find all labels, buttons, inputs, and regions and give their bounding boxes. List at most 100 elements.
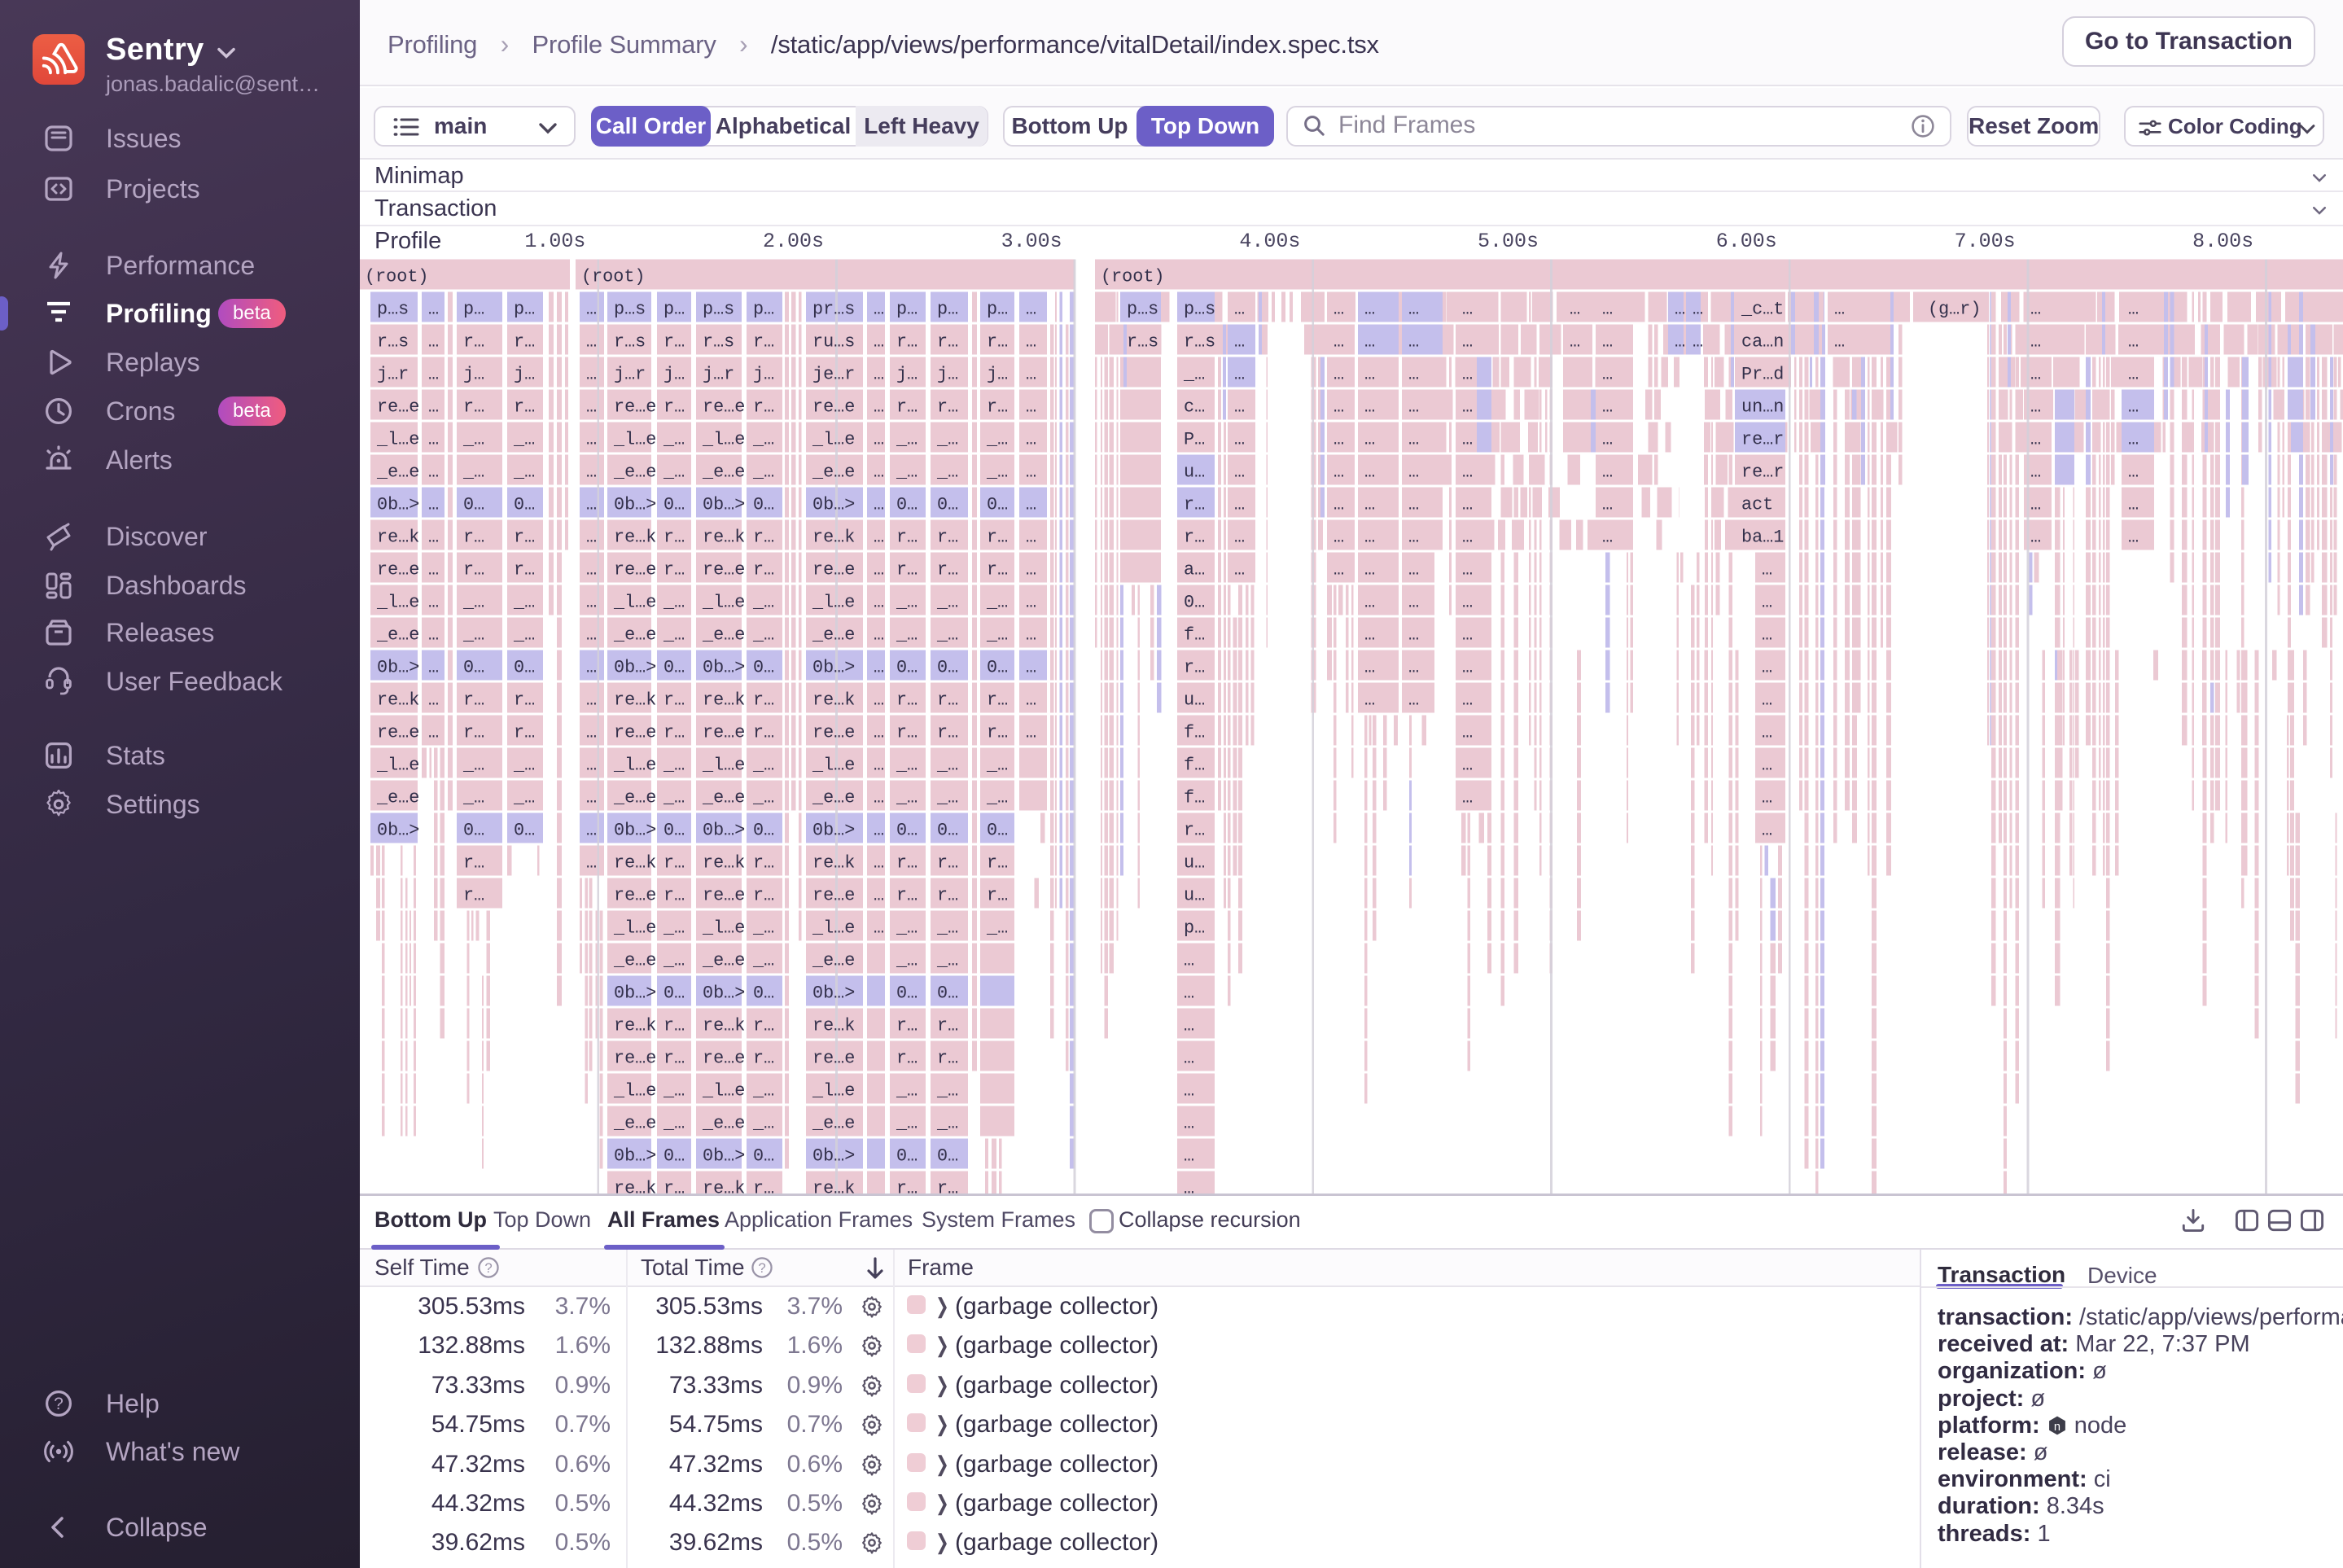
svg-text:re…e: re…e (703, 1049, 745, 1069)
svg-text:…: … (2030, 300, 2041, 320)
svg-text:…: … (428, 560, 439, 580)
svg-text:re…k: re…k (812, 690, 855, 711)
svg-text:…: … (1762, 690, 1772, 711)
svg-text:…: … (1364, 593, 1375, 613)
svg-text:r…: r… (937, 528, 958, 548)
svg-text:…: … (1026, 593, 1036, 613)
svg-text:_…: _… (1183, 365, 1205, 385)
svg-text:_…: _… (896, 625, 917, 646)
svg-text:…: … (2128, 430, 2139, 450)
svg-text:_…: _… (752, 462, 774, 483)
svg-text:…: … (1408, 593, 1419, 613)
svg-text:_l…e: _l…e (812, 430, 855, 450)
svg-text:0…: 0… (987, 658, 1008, 678)
svg-text:0…: 0… (896, 658, 917, 678)
svg-text:_…: _… (663, 462, 685, 483)
svg-text:_l…e: _l…e (702, 1081, 745, 1102)
svg-text:…: … (428, 690, 439, 711)
svg-text:…: … (874, 723, 884, 743)
svg-text:r…: r… (753, 1049, 774, 1069)
svg-text:r…: r… (663, 528, 685, 548)
svg-text:…: … (1184, 1179, 1194, 1195)
svg-text:r…: r… (987, 528, 1008, 548)
svg-text:r…: r… (463, 332, 484, 353)
svg-text:n: n (2054, 1421, 2061, 1434)
svg-text:j…: j… (937, 365, 958, 385)
svg-text:re…e: re…e (812, 397, 855, 418)
svg-text:r…: r… (1184, 658, 1205, 678)
svg-text:r…: r… (753, 528, 774, 548)
svg-text:?: ? (758, 1260, 765, 1276)
svg-text:…: … (586, 625, 597, 646)
svg-text:r…: r… (896, 1016, 917, 1036)
svg-text:…: … (2128, 365, 2139, 385)
svg-text:r…: r… (896, 690, 917, 711)
svg-text:_e…e: _e…e (613, 1114, 656, 1134)
svg-text:…: … (1408, 690, 1419, 711)
svg-text:…: … (1602, 397, 1613, 418)
svg-text:_…: _… (896, 1081, 917, 1102)
svg-text:r…: r… (1184, 821, 1205, 841)
svg-text:P…: P… (1184, 430, 1205, 450)
svg-text:…: … (2030, 462, 2041, 483)
svg-text:_l…e: _l…e (812, 756, 855, 776)
svg-text:…: … (874, 821, 884, 841)
svg-text:r…: r… (663, 723, 685, 743)
svg-text:r…: r… (514, 723, 535, 743)
svg-text:_…: _… (462, 430, 484, 450)
svg-text:0…: 0… (463, 495, 484, 515)
svg-text:…: … (1408, 528, 1419, 548)
svg-text:…: … (1026, 560, 1036, 580)
svg-text:_e…e: _e…e (812, 788, 855, 808)
svg-text:p…: p… (753, 300, 774, 320)
svg-text:p…: p… (937, 300, 958, 320)
svg-text:r…: r… (463, 397, 484, 418)
svg-text:…: … (2030, 332, 2041, 353)
svg-text:Pr…d: Pr…d (1741, 365, 1784, 385)
svg-text:…: … (1675, 300, 1685, 320)
svg-text:…: … (1026, 462, 1036, 483)
svg-text:_…: _… (752, 918, 774, 939)
svg-text:_…: _… (896, 593, 917, 613)
svg-text:…: … (1334, 495, 1344, 515)
svg-text:_…: _… (663, 625, 685, 646)
svg-text:r…: r… (663, 853, 685, 874)
svg-text:…: … (586, 593, 597, 613)
svg-text:_…: _… (513, 625, 535, 646)
svg-text:r…: r… (937, 723, 958, 743)
svg-text:…: … (2030, 495, 2041, 515)
svg-text:_…: _… (986, 462, 1008, 483)
svg-text:_…: _… (462, 788, 484, 808)
svg-text:re…r: re…r (1741, 462, 1784, 483)
svg-text:…: … (428, 332, 439, 353)
svg-text:re…e: re…e (812, 1049, 855, 1069)
svg-text:…: … (1234, 560, 1245, 580)
svg-text:(root): (root) (581, 267, 645, 287)
svg-text:f…: f… (1184, 723, 1205, 743)
svg-text:re…e: re…e (614, 1049, 656, 1069)
svg-text:_…: _… (936, 756, 958, 776)
svg-text:…: … (2030, 430, 2041, 450)
svg-text:p…s: p…s (1184, 300, 1215, 320)
svg-text:_…: _… (513, 462, 535, 483)
svg-text:r…: r… (987, 332, 1008, 353)
svg-text:_…: _… (986, 625, 1008, 646)
svg-text:…: … (428, 397, 439, 418)
svg-text:j…r: j…r (377, 365, 409, 385)
svg-text:_…: _… (936, 951, 958, 971)
svg-text:a…: a… (1184, 560, 1205, 580)
svg-text:0…: 0… (753, 1146, 774, 1167)
svg-text:r…: r… (753, 332, 774, 353)
svg-text:re…k: re…k (377, 528, 419, 548)
svg-text:…: … (1602, 528, 1613, 548)
svg-text:0b…>: 0b…> (614, 821, 656, 841)
svg-text:…: … (1834, 300, 1845, 320)
svg-text:…: … (1026, 658, 1036, 678)
svg-text:re…r: re…r (1741, 430, 1784, 450)
svg-text:r…: r… (753, 723, 774, 743)
svg-text:0…: 0… (514, 495, 535, 515)
svg-text:…: … (1570, 300, 1580, 320)
svg-text:_…: _… (663, 756, 685, 776)
svg-text:…: … (428, 658, 439, 678)
svg-text:0…: 0… (896, 495, 917, 515)
